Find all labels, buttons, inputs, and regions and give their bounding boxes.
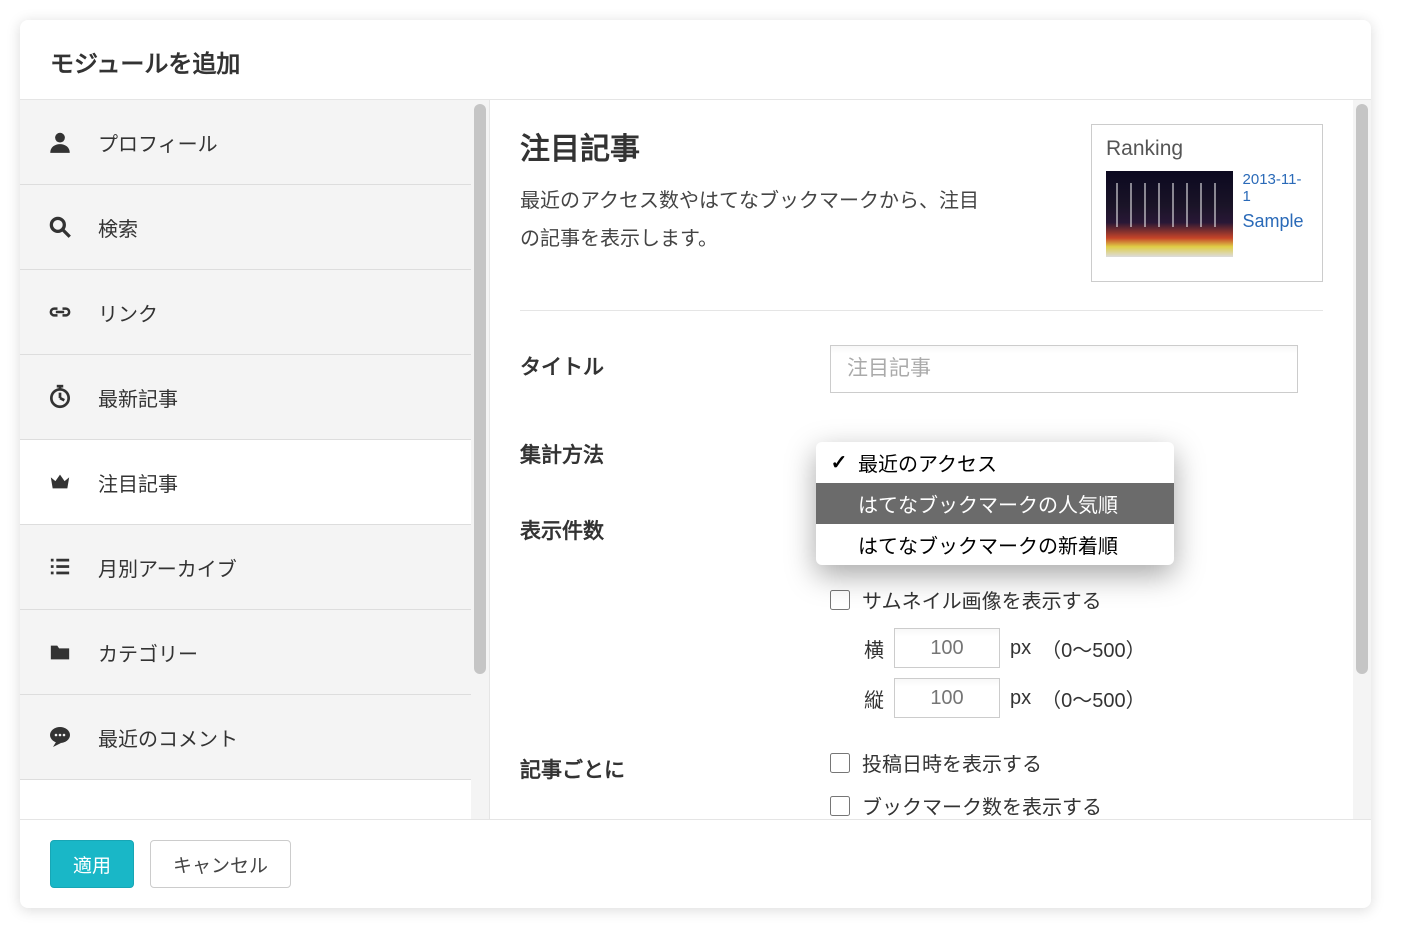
thumb-height-input[interactable] — [894, 678, 1000, 718]
sidebar-item-label: プロフィール — [98, 128, 218, 157]
modal-header: モジュールを追加 — [20, 20, 1371, 99]
sidebar-item-latest[interactable]: 最新記事 — [20, 355, 471, 440]
sidebar-item-label: リンク — [98, 298, 158, 327]
preview-body: 2013-11-1 Sample — [1106, 171, 1308, 257]
sidebar-item-label: 注目記事 — [98, 468, 178, 497]
row-per-article: 記事ごとに 投稿日時を表示する ブックマーク数を表示する — [520, 748, 1323, 819]
content-header: 注目記事 最近のアクセス数やはてなブックマークから、注目の記事を表示します。 R… — [520, 124, 1323, 311]
list-icon — [44, 551, 76, 583]
opt-show-date[interactable]: 投稿日時を表示する — [830, 748, 1323, 777]
thumb-width-input[interactable] — [894, 628, 1000, 668]
sidebar-scrollbar-thumb[interactable] — [474, 104, 486, 674]
label-empty — [520, 585, 830, 591]
content-wrap: 注目記事 最近のアクセス数やはてなブックマークから、注目の記事を表示します。 R… — [490, 100, 1371, 819]
modal-body: プロフィール 検索 リンク — [20, 99, 1371, 820]
content-header-left: 注目記事 最近のアクセス数やはてなブックマークから、注目の記事を表示します。 — [520, 124, 980, 258]
search-icon — [44, 211, 76, 243]
thumb-height-hint: （0〜500） — [1041, 684, 1146, 713]
person-icon — [44, 126, 76, 158]
preview-meta: 2013-11-1 Sample — [1243, 171, 1308, 232]
thumb-width-hint: （0〜500） — [1041, 634, 1146, 663]
thumbnail-label: サムネイル画像を表示する — [862, 585, 1102, 614]
check-icon: ✓ — [830, 450, 848, 475]
sidebar-wrap: プロフィール 検索 リンク — [20, 100, 490, 819]
opt-label: ブックマーク数を表示する — [862, 791, 1102, 819]
thumb-width-label: 横 — [860, 634, 884, 663]
sidebar: プロフィール 検索 リンク — [20, 100, 471, 819]
method-option-label: はてなブックマークの人気順 — [858, 489, 1118, 518]
comment-icon — [44, 721, 76, 753]
sidebar-item-profile[interactable]: プロフィール — [20, 100, 471, 185]
content-scrollbar-thumb[interactable] — [1356, 104, 1368, 674]
modal-title: モジュールを追加 — [50, 44, 1341, 79]
sidebar-item-label: 検索 — [98, 213, 138, 242]
modal-footer: 適用 キャンセル — [20, 820, 1371, 908]
row-thumbnail: サムネイル画像を表示する 横 px （0〜500） 縦 px （0〜 — [520, 585, 1323, 728]
clock-icon — [44, 381, 76, 413]
content: 注目記事 最近のアクセス数やはてなブックマークから、注目の記事を表示します。 R… — [490, 100, 1353, 819]
sidebar-item-archive[interactable]: 月別アーカイブ — [20, 525, 471, 610]
sidebar-item-label: 月別アーカイブ — [98, 553, 237, 582]
preview-date: 2013-11-1 — [1243, 171, 1308, 205]
sidebar-item-featured[interactable]: 注目記事 — [20, 440, 471, 525]
apply-button[interactable]: 適用 — [50, 840, 134, 888]
add-module-modal: モジュールを追加 プロフィール 検索 — [20, 20, 1371, 908]
preview-sample: Sample — [1243, 211, 1308, 232]
sidebar-item-label: カテゴリー — [98, 638, 198, 667]
crown-icon — [44, 466, 76, 498]
folder-icon — [44, 636, 76, 668]
method-option-label: 最近のアクセス — [858, 448, 997, 477]
thumbnail-check-row[interactable]: サムネイル画像を表示する — [830, 585, 1323, 614]
content-heading: 注目記事 — [520, 124, 980, 168]
method-option-recent-access[interactable]: ✓ 最近のアクセス — [816, 442, 1174, 483]
sidebar-item-label: 最近のコメント — [98, 723, 238, 752]
content-description: 最近のアクセス数やはてなブックマークから、注目の記事を表示します。 — [520, 182, 980, 258]
link-icon — [44, 296, 76, 328]
label-per-article: 記事ごとに — [520, 748, 830, 784]
thumbnail-checkbox[interactable] — [830, 590, 850, 610]
method-dropdown: ✓ 最近のアクセス はてなブックマークの人気順 はてなブックマークの新着順 — [816, 442, 1174, 565]
label-count: 表示件数 — [520, 509, 830, 545]
preview-card: Ranking 2013-11-1 Sample — [1091, 124, 1323, 282]
row-method: 集計方法 ✓ 最近のアクセス はてなブックマークの人気順 — [520, 433, 1323, 469]
sidebar-item-link[interactable]: リンク — [20, 270, 471, 355]
cancel-button[interactable]: キャンセル — [150, 840, 291, 888]
show-date-checkbox[interactable] — [830, 753, 850, 773]
thumb-width-unit: px — [1010, 637, 1031, 660]
opt-show-bookmarks[interactable]: ブックマーク数を表示する — [830, 791, 1323, 819]
preview-title: Ranking — [1106, 137, 1308, 161]
sidebar-item-category[interactable]: カテゴリー — [20, 610, 471, 695]
row-title: タイトル — [520, 345, 1323, 393]
method-option-bookmark-new[interactable]: はてなブックマークの新着順 — [816, 524, 1174, 565]
label-title: タイトル — [520, 345, 830, 381]
label-method: 集計方法 — [520, 433, 830, 469]
thumb-width-row: 横 px （0〜500） — [860, 628, 1323, 668]
content-scrollbar[interactable] — [1353, 100, 1371, 819]
sidebar-scrollbar[interactable] — [471, 100, 489, 819]
method-option-bookmark-popular[interactable]: はてなブックマークの人気順 — [816, 483, 1174, 524]
thumb-height-row: 縦 px （0〜500） — [860, 678, 1323, 718]
show-bookmarks-checkbox[interactable] — [830, 796, 850, 816]
thumb-height-unit: px — [1010, 687, 1031, 710]
thumb-height-label: 縦 — [860, 684, 884, 713]
opt-label: 投稿日時を表示する — [862, 748, 1042, 777]
sidebar-item-label: 最新記事 — [98, 383, 178, 412]
method-option-label: はてなブックマークの新着順 — [858, 530, 1118, 559]
preview-image — [1106, 171, 1233, 257]
title-input[interactable] — [830, 345, 1298, 393]
sidebar-item-comments[interactable]: 最近のコメント — [20, 695, 471, 780]
sidebar-item-search[interactable]: 検索 — [20, 185, 471, 270]
